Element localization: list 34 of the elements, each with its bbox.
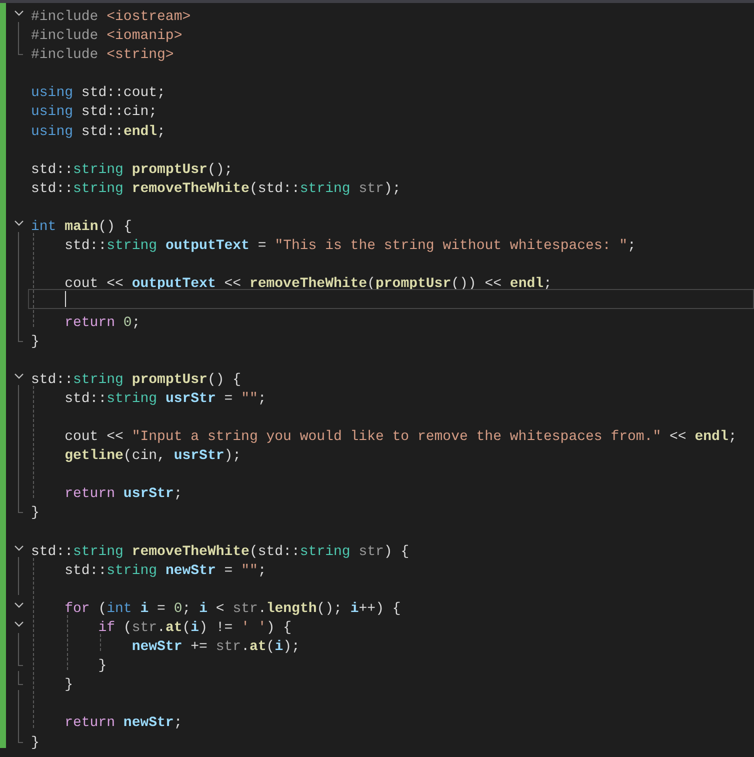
text-cursor: [64, 291, 66, 306]
chevron-down-icon[interactable]: [14, 8, 24, 18]
code-line: #include <iomanip>: [31, 28, 182, 44]
code-line: for (int i = 0; i < str.length(); i++) {: [64, 600, 401, 617]
chevron-down-icon[interactable]: [14, 542, 24, 553]
code-line: #include <iostream>: [31, 9, 191, 25]
code-line: std::string removeTheWhite(std::string str);: [31, 180, 401, 197]
code-line: return usrStr;: [64, 486, 182, 502]
code-line: return 0;: [64, 314, 140, 330]
code-line: using std::cin;: [31, 104, 158, 120]
code-line: using std::cout;: [31, 85, 166, 102]
code-line: getline(cin, usrStr);: [64, 448, 242, 464]
code-line: }: [31, 505, 40, 522]
code-line: }: [64, 677, 74, 694]
code-line: return newStr;: [64, 715, 182, 732]
code-line: }: [97, 658, 107, 674]
chevron-down-icon[interactable]: [14, 218, 24, 228]
code-line: std::string outputText = "This is the string without whitespaces: ";: [64, 238, 636, 254]
code-line: int main() {: [31, 219, 132, 236]
code-line: std::string promptUsr();: [31, 162, 233, 178]
chevron-down-icon[interactable]: [14, 600, 24, 610]
code-line: std::string usrStr = "";: [64, 390, 266, 407]
code-line: using std::endl;: [31, 124, 166, 140]
code-line: #include <string>: [31, 47, 174, 64]
code-line: std::string promptUsr() {: [31, 372, 242, 388]
chevron-down-icon[interactable]: [14, 370, 24, 381]
code-line: newStr += str.at(i);: [130, 639, 300, 656]
code-line: }: [31, 334, 40, 350]
code-line: }: [31, 734, 40, 751]
code-line: std::string removeTheWhite(std::string str) {: [31, 544, 410, 560]
chevron-down-icon[interactable]: [14, 619, 24, 629]
code-line: std::string newStr = "";: [64, 562, 266, 579]
code-line: cout << "Input a string you would like to remove the whitespaces from." << endl;: [64, 429, 737, 446]
code-line: if (str.at(i) != ' ') {: [97, 620, 292, 636]
